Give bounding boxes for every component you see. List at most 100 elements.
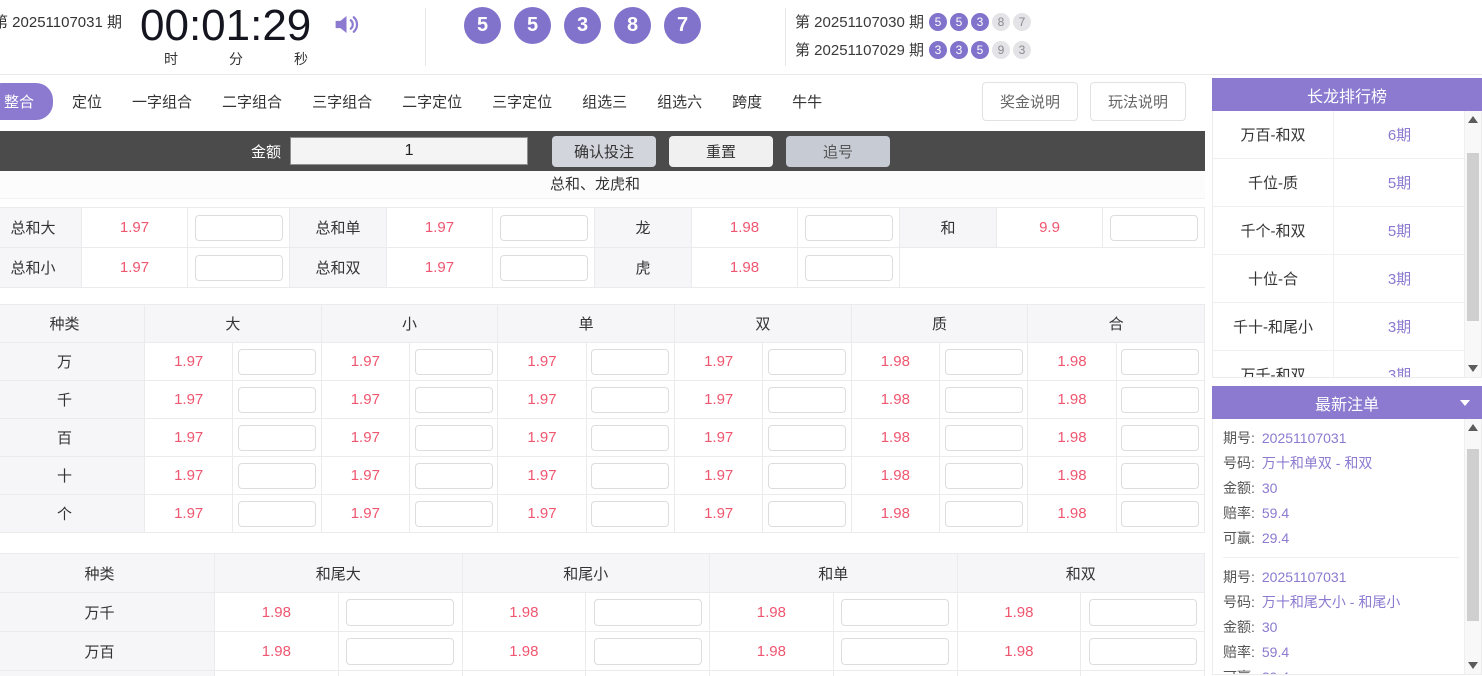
odds-value: 1.98 <box>462 632 587 671</box>
scroll-up-icon[interactable] <box>1468 424 1478 431</box>
bet-amount-input[interactable] <box>841 637 950 665</box>
bet-amount-input[interactable] <box>499 214 588 241</box>
prize-help-button[interactable]: 奖金说明 <box>981 82 1078 121</box>
dragon-rank-list: 万百-和双 6期 千位-质 5期 千个-和双 5期 十位-合 3期 千十-和尾小… <box>1212 111 1482 378</box>
bet-amount-input[interactable] <box>237 348 316 375</box>
tab-erzi-zuhe[interactable]: 二字组合 <box>207 83 297 120</box>
bet-amount-input[interactable] <box>591 386 670 413</box>
bet-amount-input[interactable] <box>591 424 670 451</box>
lottery-ball: 5 <box>514 7 551 44</box>
recent-draws: 第 20251107030 期 5 5 3 8 7 第 20251107029 … <box>795 9 1031 65</box>
bet-amount-input[interactable] <box>414 462 493 489</box>
bet-amount-input[interactable] <box>944 424 1023 451</box>
bet-amount-input[interactable] <box>767 386 846 413</box>
bet-amount-input[interactable] <box>841 598 950 626</box>
bet-amount-input[interactable] <box>414 348 493 375</box>
tab-sanzi-zuhe[interactable]: 三字组合 <box>297 83 387 120</box>
bet-amount-input[interactable] <box>1109 214 1198 241</box>
bet-amount-input[interactable] <box>414 386 493 413</box>
odds-value: 1.97 <box>498 343 587 381</box>
rank-count: 5期 <box>1387 223 1412 240</box>
bet-amount-input[interactable] <box>767 348 846 375</box>
tab-zhenghe[interactable]: 整合 <box>0 83 54 120</box>
bet-amount-input[interactable] <box>1121 386 1200 413</box>
rank-row[interactable]: 万百-和双 6期 <box>1213 111 1481 159</box>
scrollbar-thumb[interactable] <box>1467 449 1479 621</box>
tab-sanzi-dingwei[interactable]: 三字定位 <box>477 83 567 120</box>
column-header: 和单 <box>710 554 958 593</box>
bet-amount-input[interactable] <box>591 500 670 527</box>
tab-dingwei[interactable]: 定位 <box>57 83 117 120</box>
rank-row[interactable]: 千十-和尾小 3期 <box>1213 303 1481 351</box>
tab-yizi-zuhe[interactable]: 一字组合 <box>117 83 207 120</box>
bet-amount-input[interactable] <box>237 500 316 527</box>
bet-amount-input[interactable] <box>1121 462 1200 489</box>
bet-amount-input[interactable] <box>593 598 702 626</box>
play-help-button[interactable]: 玩法说明 <box>1089 82 1186 121</box>
position-bet-table: 种类 大 小 单 双 质 合 万 1.97 1.97 1.97 1.97 1.9… <box>0 304 1205 533</box>
bet-option-label: 总和单 <box>290 208 387 248</box>
bet-amount-input[interactable] <box>414 500 493 527</box>
bet-amount-input[interactable] <box>346 637 455 665</box>
tab-zuxuan-liu[interactable]: 组选六 <box>642 83 717 120</box>
amount-input[interactable] <box>290 137 529 165</box>
scrollbar-thumb[interactable] <box>1467 153 1479 321</box>
bet-amount-input[interactable] <box>237 462 316 489</box>
row-label: 千 <box>0 381 145 419</box>
rank-row[interactable]: 千个-和双 5期 <box>1213 207 1481 255</box>
bet-option-label: 总和小 <box>0 248 82 288</box>
bet-amount-input[interactable] <box>591 348 670 375</box>
bet-amount-input[interactable] <box>767 462 846 489</box>
tab-kuadu[interactable]: 跨度 <box>717 83 777 120</box>
confirm-bet-button[interactable]: 确认投注 <box>552 135 657 167</box>
reset-button[interactable]: 重置 <box>669 135 774 167</box>
bet-input-cell <box>410 419 499 457</box>
bet-amount-input[interactable] <box>237 424 316 451</box>
tab-niuniu[interactable]: 牛牛 <box>777 83 837 120</box>
rank-row[interactable]: 千位-质 5期 <box>1213 159 1481 207</box>
rank-row[interactable]: 十位-合 3期 <box>1213 255 1481 303</box>
bet-amount-input[interactable] <box>591 462 670 489</box>
bet-input-cell <box>1116 419 1205 457</box>
bet-amount-input[interactable] <box>944 348 1023 375</box>
bet-amount-input[interactable] <box>767 500 846 527</box>
collapse-caret-icon[interactable] <box>1460 400 1470 406</box>
odds-value: 1.98 <box>1028 495 1117 533</box>
recent-draw-row: 第 20251107030 期 5 5 3 8 7 <box>795 9 1031 34</box>
speaker-icon[interactable] <box>332 10 361 39</box>
bet-amount-input[interactable] <box>767 424 846 451</box>
latest-bets-scrollbar[interactable] <box>1464 419 1481 674</box>
bet-amount-input[interactable] <box>237 386 316 413</box>
scroll-up-icon[interactable] <box>1468 116 1478 123</box>
dragon-rank-scrollbar[interactable] <box>1464 111 1481 377</box>
recent-draw-balls: 5 5 3 8 7 <box>929 12 1031 31</box>
bet-amount-input[interactable] <box>346 598 455 626</box>
odds-value: 1.98 <box>851 495 940 533</box>
bet-amount-input[interactable] <box>1088 637 1197 665</box>
bet-amount-input[interactable] <box>1121 500 1200 527</box>
bet-input-cell <box>493 208 595 248</box>
scroll-down-icon[interactable] <box>1468 662 1478 669</box>
bet-amount-input[interactable] <box>194 254 283 281</box>
mini-ball: 8 <box>992 12 1010 31</box>
header-divider <box>785 8 786 66</box>
bet-amount-input[interactable] <box>944 500 1023 527</box>
bet-amount-input[interactable] <box>1121 348 1200 375</box>
bet-amount-input[interactable] <box>499 254 588 281</box>
bet-amount-input[interactable] <box>804 254 893 281</box>
rank-row[interactable]: 万千-和双 3期 <box>1213 351 1481 377</box>
bet-input-cell <box>338 632 463 671</box>
tab-zuxuan-san[interactable]: 组选三 <box>567 83 642 120</box>
chase-number-button[interactable]: 追号 <box>786 135 891 167</box>
latest-bets-header[interactable]: 最新注单 <box>1212 386 1482 419</box>
tab-erzi-dingwei[interactable]: 二字定位 <box>387 83 477 120</box>
bet-amount-input[interactable] <box>804 214 893 241</box>
bet-amount-input[interactable] <box>944 386 1023 413</box>
bet-amount-input[interactable] <box>944 462 1023 489</box>
scroll-down-icon[interactable] <box>1468 365 1478 372</box>
bet-amount-input[interactable] <box>414 424 493 451</box>
bet-amount-input[interactable] <box>1121 424 1200 451</box>
bet-amount-input[interactable] <box>593 637 702 665</box>
bet-amount-input[interactable] <box>1088 598 1197 626</box>
bet-amount-input[interactable] <box>194 214 283 241</box>
